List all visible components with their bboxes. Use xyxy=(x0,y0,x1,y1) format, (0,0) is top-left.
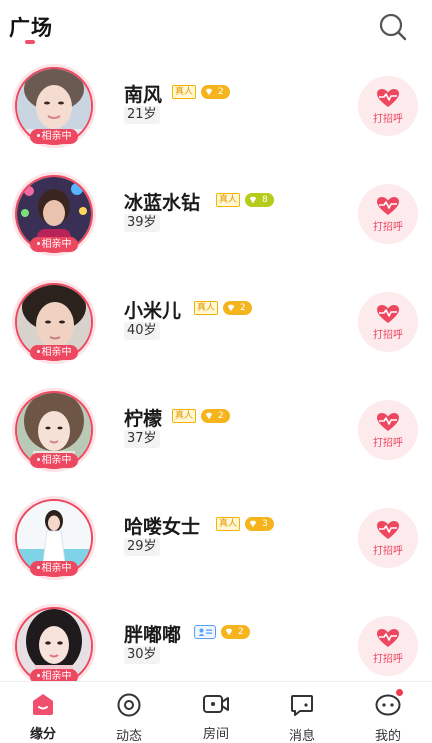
greet-button[interactable]: 打招呼 xyxy=(358,616,418,676)
heart-pulse-icon xyxy=(377,196,399,215)
heart-pulse-icon xyxy=(377,412,399,431)
tab-label: 我的 xyxy=(374,729,401,743)
tab-profile[interactable]: 我的 xyxy=(358,689,418,743)
user-age: 40岁 xyxy=(124,322,160,340)
diamond-icon xyxy=(205,88,213,96)
tab-label: 房间 xyxy=(202,727,229,742)
user-age: 39岁 xyxy=(124,214,160,232)
real-person-badge: 真人 xyxy=(216,193,241,207)
video-room-icon xyxy=(202,692,230,716)
diamond-icon xyxy=(205,412,213,420)
user-age: 37岁 xyxy=(124,430,160,448)
tab-rooms[interactable]: 房间 xyxy=(186,692,246,742)
diamond-icon xyxy=(249,196,257,204)
user-badges: 真人 2 xyxy=(172,84,230,100)
user-badges: 真人 8 xyxy=(216,192,274,208)
real-person-badge: 真人 xyxy=(172,409,197,423)
tab-messages[interactable]: 消息 xyxy=(272,692,332,743)
list-item[interactable]: 相亲中 小米儿 真人 2 40岁 打招呼 xyxy=(0,272,432,372)
status-badge: 相亲中 xyxy=(30,129,78,144)
diamond-icon xyxy=(249,520,257,528)
user-name: 小米儿 xyxy=(124,300,182,322)
profile-chat-icon xyxy=(374,689,403,718)
user-badges: 真人 2 xyxy=(172,408,230,424)
greet-button[interactable]: 打招呼 xyxy=(358,76,418,136)
user-name: 柠檬 xyxy=(124,408,163,430)
user-name: 南风 xyxy=(124,84,163,106)
greet-label: 打招呼 xyxy=(373,113,403,125)
greet-label: 打招呼 xyxy=(373,329,403,341)
diamond-icon xyxy=(225,628,233,636)
greet-label: 打招呼 xyxy=(373,221,403,233)
real-person-badge: 真人 xyxy=(194,301,219,315)
greet-button[interactable]: 打招呼 xyxy=(358,184,418,244)
level-badge: 2 xyxy=(221,625,250,639)
avatar[interactable]: 相亲中 xyxy=(12,388,96,472)
level-badge: 3 xyxy=(245,517,274,531)
id-card-icon xyxy=(194,625,216,639)
diamond-icon xyxy=(227,304,235,312)
avatar[interactable]: 相亲中 xyxy=(12,64,96,148)
greet-button[interactable]: 打招呼 xyxy=(358,292,418,352)
level-badge: 2 xyxy=(223,301,252,315)
real-person-badge: 真人 xyxy=(172,85,197,99)
message-icon xyxy=(288,692,316,718)
greet-label: 打招呼 xyxy=(373,437,403,449)
heart-pulse-icon xyxy=(377,88,399,107)
status-badge: 相亲中 xyxy=(30,561,78,576)
greet-label: 打招呼 xyxy=(373,653,403,665)
user-name: 哈喽女士 xyxy=(124,516,201,538)
avatar[interactable]: 相亲中 xyxy=(12,172,96,256)
status-badge: 相亲中 xyxy=(30,345,78,360)
moments-icon xyxy=(115,692,143,718)
heart-pulse-icon xyxy=(377,304,399,323)
greet-button[interactable]: 打招呼 xyxy=(358,400,418,460)
tab-label: 缘分 xyxy=(29,727,56,742)
user-age: 21岁 xyxy=(124,106,160,124)
heart-pulse-icon xyxy=(377,628,399,647)
user-age: 29岁 xyxy=(124,538,160,556)
user-name: 胖嘟嘟 xyxy=(124,624,182,646)
title-underline xyxy=(25,40,35,44)
header: 广场 xyxy=(0,0,432,56)
level-badge: 2 xyxy=(201,85,230,99)
avatar[interactable]: 相亲中 xyxy=(12,280,96,364)
page-title: 广场 xyxy=(9,16,53,40)
search-icon[interactable] xyxy=(378,12,408,42)
list-item[interactable]: 相亲中 哈喽女士 真人 3 29岁 打招呼 xyxy=(0,488,432,588)
tab-label: 动态 xyxy=(115,729,142,743)
list-item[interactable]: 相亲中 冰蓝水钻 真人 8 39岁 打招呼 xyxy=(0,164,432,264)
list-item[interactable]: 相亲中 南风 真人 2 21岁 打招呼 xyxy=(0,56,432,156)
tab-yuanfen[interactable]: 缘分 xyxy=(13,692,73,742)
avatar[interactable]: 相亲中 xyxy=(12,496,96,580)
greet-label: 打招呼 xyxy=(373,545,403,557)
notification-dot xyxy=(396,689,403,696)
tab-moments[interactable]: 动态 xyxy=(99,692,159,743)
list-item[interactable]: 相亲中 柠檬 真人 2 37岁 打招呼 xyxy=(0,380,432,480)
user-badges: 真人 2 xyxy=(194,300,252,316)
level-badge: 2 xyxy=(201,409,230,423)
tab-label: 消息 xyxy=(288,729,315,743)
greet-button[interactable]: 打招呼 xyxy=(358,508,418,568)
level-badge: 8 xyxy=(245,193,274,207)
user-badges: 2 xyxy=(194,624,250,640)
bottom-tab-bar: 缘分 动态 房间 消息 我的 xyxy=(0,681,432,743)
status-badge: 相亲中 xyxy=(30,453,78,468)
status-badge: 相亲中 xyxy=(30,237,78,252)
user-name: 冰蓝水钻 xyxy=(124,192,201,214)
user-age: 30岁 xyxy=(124,646,160,664)
user-badges: 真人 3 xyxy=(216,516,274,532)
heart-pulse-icon xyxy=(377,520,399,539)
home-icon xyxy=(29,692,57,716)
avatar[interactable]: 相亲中 xyxy=(12,604,96,688)
real-person-badge: 真人 xyxy=(216,517,241,531)
